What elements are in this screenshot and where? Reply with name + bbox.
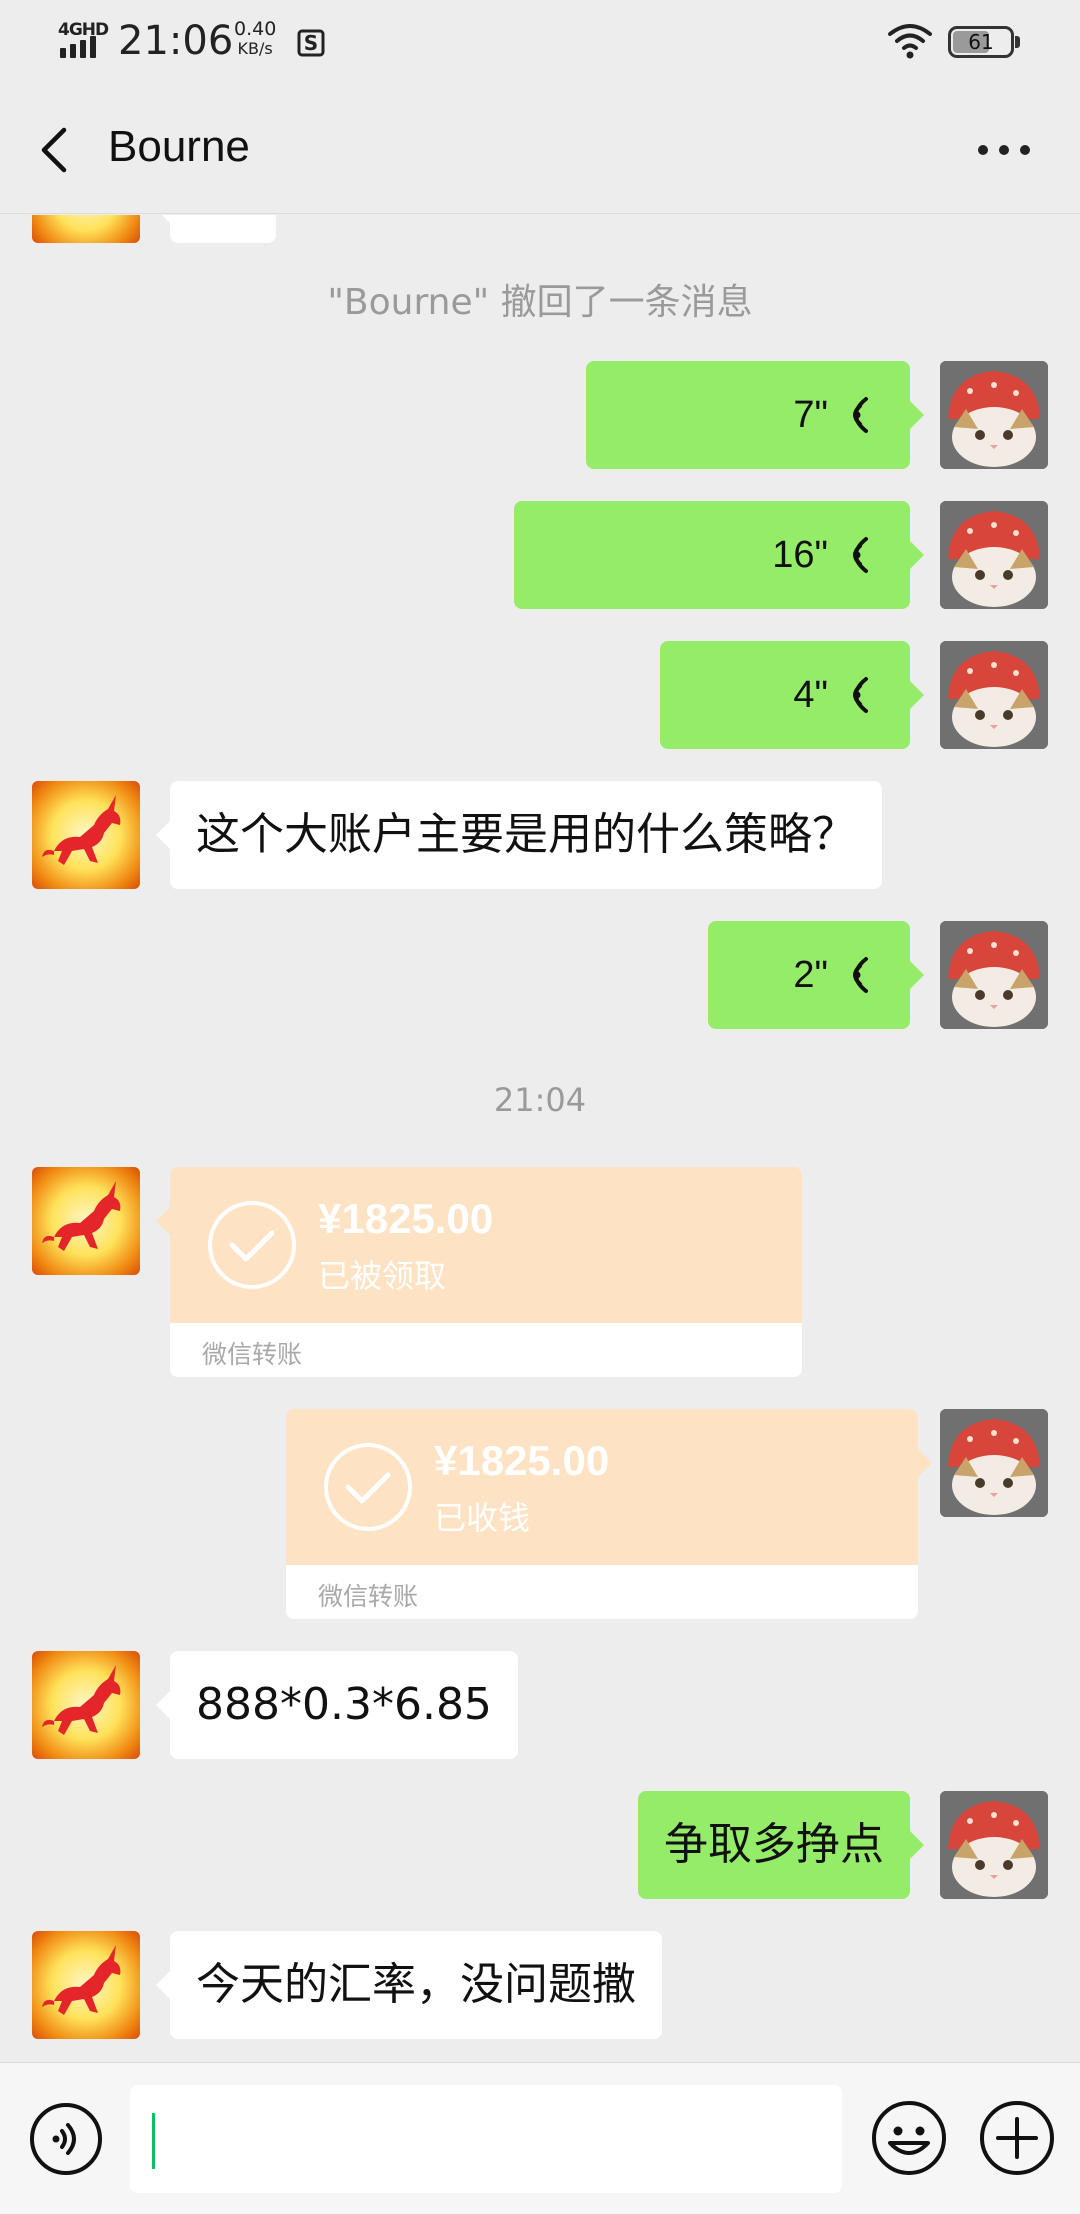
message-timestamp: 21:04 xyxy=(493,1081,587,1119)
text-message[interactable]: 这个大账户主要是用的什么策略？ xyxy=(156,781,882,889)
voice-wave-icon xyxy=(853,537,868,573)
contact-avatar[interactable] xyxy=(32,781,140,889)
plus-icon[interactable] xyxy=(978,2099,1056,2177)
voice-message[interactable]: 2" xyxy=(708,921,924,1029)
voice-wave-icon xyxy=(853,397,868,433)
message-row-sent: ¥1825.00 已收钱 微信转账 xyxy=(0,1409,1080,1619)
message-bubble-partial[interactable] xyxy=(156,215,276,243)
message-row-sent: 争取多挣点 xyxy=(0,1791,1080,1899)
message-row-sent: 4" xyxy=(0,641,1080,749)
message-row-received: 今天的汇率，没问题撒 xyxy=(0,1931,1080,2039)
my-avatar[interactable] xyxy=(940,501,1048,609)
my-avatar[interactable] xyxy=(940,1791,1048,1899)
status-bar: 4GHD 21:06 0.40 KB/s S 61 xyxy=(0,0,1080,86)
wifi-icon xyxy=(888,24,932,59)
signal-icon: 4GHD xyxy=(58,20,109,60)
voice-input-icon[interactable] xyxy=(28,2101,104,2177)
transfer-card-collected[interactable]: ¥1825.00 已收钱 微信转账 xyxy=(286,1409,932,1619)
more-dots-icon[interactable] xyxy=(972,132,1036,168)
voice-wave-icon xyxy=(853,957,868,993)
chat-title[interactable]: Bourne xyxy=(108,122,250,172)
network-type: 4GHD xyxy=(58,20,109,40)
emoji-icon[interactable] xyxy=(870,2099,948,2177)
message-input[interactable] xyxy=(130,2085,842,2193)
app-notification-icon: S xyxy=(297,29,325,57)
status-time: 21:06 xyxy=(118,18,234,64)
my-avatar[interactable] xyxy=(940,641,1048,749)
text-message[interactable]: 争取多挣点 xyxy=(638,1791,924,1899)
transfer-amount: ¥1825.00 xyxy=(318,1195,494,1242)
transfer-status: 已被领取 xyxy=(318,1257,447,1295)
check-circle-icon xyxy=(208,1201,296,1289)
input-bar xyxy=(0,2062,1080,2214)
voice-wave-icon xyxy=(853,677,868,713)
message-row-received: 这个大账户主要是用的什么策略？ xyxy=(0,781,1080,889)
chat-header: Bourne xyxy=(0,86,1080,214)
text-message[interactable]: 今天的汇率，没问题撒 xyxy=(156,1931,662,2039)
voice-duration: 2" xyxy=(793,954,828,996)
contact-avatar[interactable] xyxy=(32,215,140,243)
check-circle-icon xyxy=(324,1443,412,1531)
contact-avatar[interactable] xyxy=(32,1167,140,1275)
text-caret xyxy=(152,2113,155,2169)
network-speed-unit: KB/s xyxy=(237,39,273,58)
my-avatar[interactable] xyxy=(940,921,1048,1029)
svg-text:S: S xyxy=(304,31,318,55)
message-row-sent: 7" xyxy=(0,361,1080,469)
message-row-sent: 2" xyxy=(0,921,1080,1029)
message-row-partial xyxy=(0,215,1080,243)
network-speed-value: 0.40 xyxy=(234,18,277,40)
message-list[interactable]: "Bourne" 撤回了一条消息 7" 16" 4" 这个大账户主要是用的什么策… xyxy=(0,215,1080,2061)
text-message[interactable]: 888*0.3*6.85 xyxy=(156,1651,518,1759)
my-avatar[interactable] xyxy=(940,1409,1048,1517)
contact-avatar[interactable] xyxy=(32,1651,140,1759)
message-row-received: 888*0.3*6.85 xyxy=(0,1651,1080,1759)
transfer-amount: ¥1825.00 xyxy=(434,1437,610,1484)
transfer-status: 已收钱 xyxy=(434,1499,531,1537)
battery-level: 61 xyxy=(968,30,994,54)
network-speed: 0.40 KB/s xyxy=(234,18,277,59)
recall-notice: "Bourne" 撤回了一条消息 xyxy=(327,282,753,323)
transfer-card-received[interactable]: ¥1825.00 已被领取 微信转账 xyxy=(156,1167,802,1377)
message-row-sent: 16" xyxy=(0,501,1080,609)
voice-duration: 7" xyxy=(793,394,828,436)
voice-duration: 16" xyxy=(772,534,828,576)
battery-icon: 61 xyxy=(948,26,1020,58)
contact-avatar[interactable] xyxy=(32,1931,140,2039)
message-row-received: ¥1825.00 已被领取 微信转账 xyxy=(0,1167,1080,1377)
chevron-left-icon[interactable] xyxy=(30,118,80,182)
my-avatar[interactable] xyxy=(940,361,1048,469)
voice-message[interactable]: 4" xyxy=(660,641,924,749)
voice-message[interactable]: 16" xyxy=(514,501,924,609)
voice-duration: 4" xyxy=(793,674,828,716)
transfer-label: 微信转账 xyxy=(318,1582,419,1611)
voice-message[interactable]: 7" xyxy=(586,361,924,469)
transfer-label: 微信转账 xyxy=(202,1340,303,1369)
